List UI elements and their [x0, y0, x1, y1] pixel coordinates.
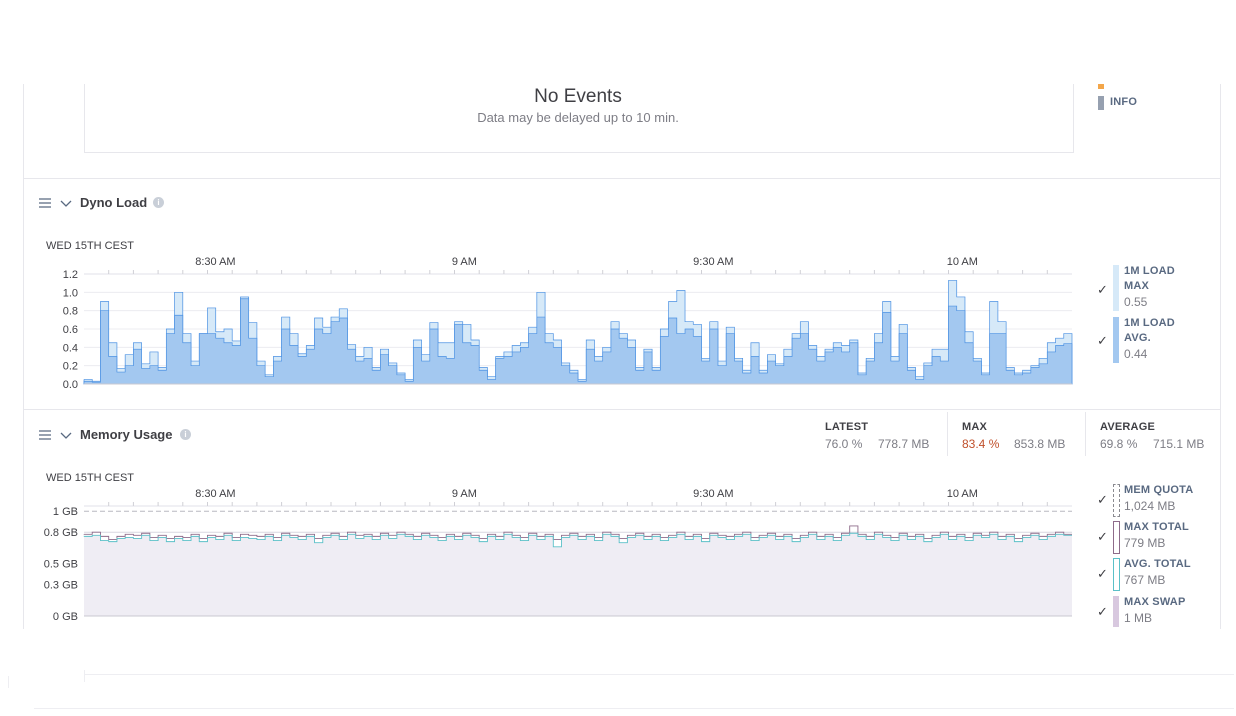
- legend-load-max-swatch: [1113, 265, 1119, 311]
- divider: [84, 674, 1234, 675]
- legend-swap-swatch: [1113, 596, 1119, 627]
- info-icon[interactable]: i: [180, 429, 191, 440]
- x-tick-label: 10 AM: [947, 488, 978, 500]
- memory-date-label: WED 15TH CEST: [46, 472, 135, 484]
- stat-max-pct: 83.4 %: [962, 437, 1000, 451]
- legend-info-swatch: [1098, 96, 1104, 110]
- check-icon[interactable]: ✓: [1097, 604, 1108, 620]
- x-tick-label: 9 AM: [452, 256, 477, 268]
- y-tick-label: 0.2: [63, 361, 78, 373]
- y-tick-label: 1.0: [63, 287, 78, 299]
- legend-warning-swatch: [1098, 84, 1104, 89]
- info-icon[interactable]: i: [153, 197, 164, 208]
- y-tick-label: 1 GB: [53, 506, 78, 518]
- dyno-load-chart: 1.2 1.0 0.8 0.6 0.4 0.2 0.0 8:30 AM 9 AM 9:30 AM 1…: [63, 256, 1073, 391]
- legend-load-avg-value: 0.44: [1124, 347, 1148, 361]
- stat-latest-label: LATEST: [825, 421, 869, 433]
- legend-quota-value: 1,024 MB: [1124, 499, 1176, 513]
- y-tick-label: 0.0: [63, 379, 78, 391]
- legend-swap-value: 1 MB: [1124, 611, 1153, 625]
- divider: [34, 708, 1234, 709]
- stat-avg-pct: 69.8 %: [1100, 437, 1138, 451]
- x-tick-label: 8:30 AM: [195, 256, 235, 268]
- y-tick-label: 0 GB: [53, 611, 78, 623]
- legend-load-avg-label-1: 1M LOAD: [1124, 317, 1175, 329]
- check-icon[interactable]: ✓: [1097, 492, 1108, 508]
- y-tick-label: 0.4: [63, 342, 78, 354]
- y-tick-label: 0.3 GB: [44, 580, 78, 592]
- x-tick-label: 8:30 AM: [195, 488, 235, 500]
- memory-chart: 1 GB 0.8 GB 0.5 GB 0.3 GB 0 GB 8:30 AM 9 AM 9:3…: [44, 488, 1072, 623]
- legend-load-avg-swatch: [1113, 317, 1119, 363]
- x-tick-label: 9:30 AM: [693, 256, 733, 268]
- no-events-subtitle: Data may be delayed up to 10 min.: [477, 110, 679, 125]
- x-tick-label: 9 AM: [452, 488, 477, 500]
- hamburger-icon[interactable]: [38, 196, 52, 210]
- dyno-load-title: Dyno Load: [80, 195, 148, 210]
- legend-avg-total-label: AVG. TOTAL: [1124, 558, 1191, 570]
- stat-divider: [947, 412, 948, 456]
- legend-load-max-label-1: 1M LOAD: [1124, 265, 1175, 277]
- check-icon[interactable]: ✓: [1097, 282, 1108, 298]
- stat-latest-pct: 76.0 %: [825, 437, 863, 451]
- stat-max-label: MAX: [962, 421, 988, 433]
- legend-swap-label: MAX SWAP: [1124, 596, 1186, 608]
- legend-load-max-label-2: MAX: [1124, 280, 1150, 292]
- check-icon[interactable]: ✓: [1097, 566, 1108, 582]
- legend-max-total-label: MAX TOTAL: [1124, 521, 1189, 533]
- divider: [84, 670, 85, 682]
- stat-divider: [1085, 412, 1086, 456]
- divider: [8, 676, 9, 688]
- memory-top-border: [23, 409, 1220, 410]
- hamburger-icon[interactable]: [38, 428, 52, 442]
- legend-max-total-value: 779 MB: [1124, 536, 1166, 550]
- no-events-title: No Events: [534, 86, 622, 107]
- chevron-down-icon[interactable]: [59, 428, 73, 442]
- legend-quota-swatch: [1113, 484, 1120, 517]
- chevron-down-icon[interactable]: [59, 196, 73, 210]
- y-tick-label: 1.2: [63, 269, 78, 281]
- legend-quota-label: MEM QUOTA: [1124, 484, 1194, 496]
- y-tick-label: 0.8 GB: [44, 527, 78, 539]
- memory-title: Memory Usage: [80, 427, 173, 442]
- legend-avg-total-swatch: [1113, 558, 1120, 591]
- y-tick-label: 0.6: [63, 324, 78, 336]
- x-tick-label: 9:30 AM: [693, 488, 733, 500]
- legend-load-max-value: 0.55: [1124, 295, 1148, 309]
- stat-avg-label: AVERAGE: [1100, 421, 1155, 433]
- check-icon[interactable]: ✓: [1097, 333, 1108, 349]
- legend-avg-total-value: 767 MB: [1124, 573, 1166, 587]
- legend-info-label: INFO: [1110, 96, 1138, 108]
- check-icon[interactable]: ✓: [1097, 529, 1108, 545]
- series-avg-fill: [84, 533, 1072, 616]
- stat-max-mb: 853.8 MB: [1014, 437, 1066, 451]
- stat-latest-mb: 778.7 MB: [878, 437, 930, 451]
- y-tick-label: 0.8: [63, 306, 78, 318]
- stat-avg-mb: 715.1 MB: [1153, 437, 1205, 451]
- dyno-date-label: WED 15TH CEST: [46, 240, 135, 252]
- x-tick-label: 10 AM: [947, 256, 978, 268]
- y-tick-label: 0.5 GB: [44, 559, 78, 571]
- legend-max-total-swatch: [1113, 521, 1120, 554]
- legend-load-avg-label-2: AVG.: [1124, 332, 1151, 344]
